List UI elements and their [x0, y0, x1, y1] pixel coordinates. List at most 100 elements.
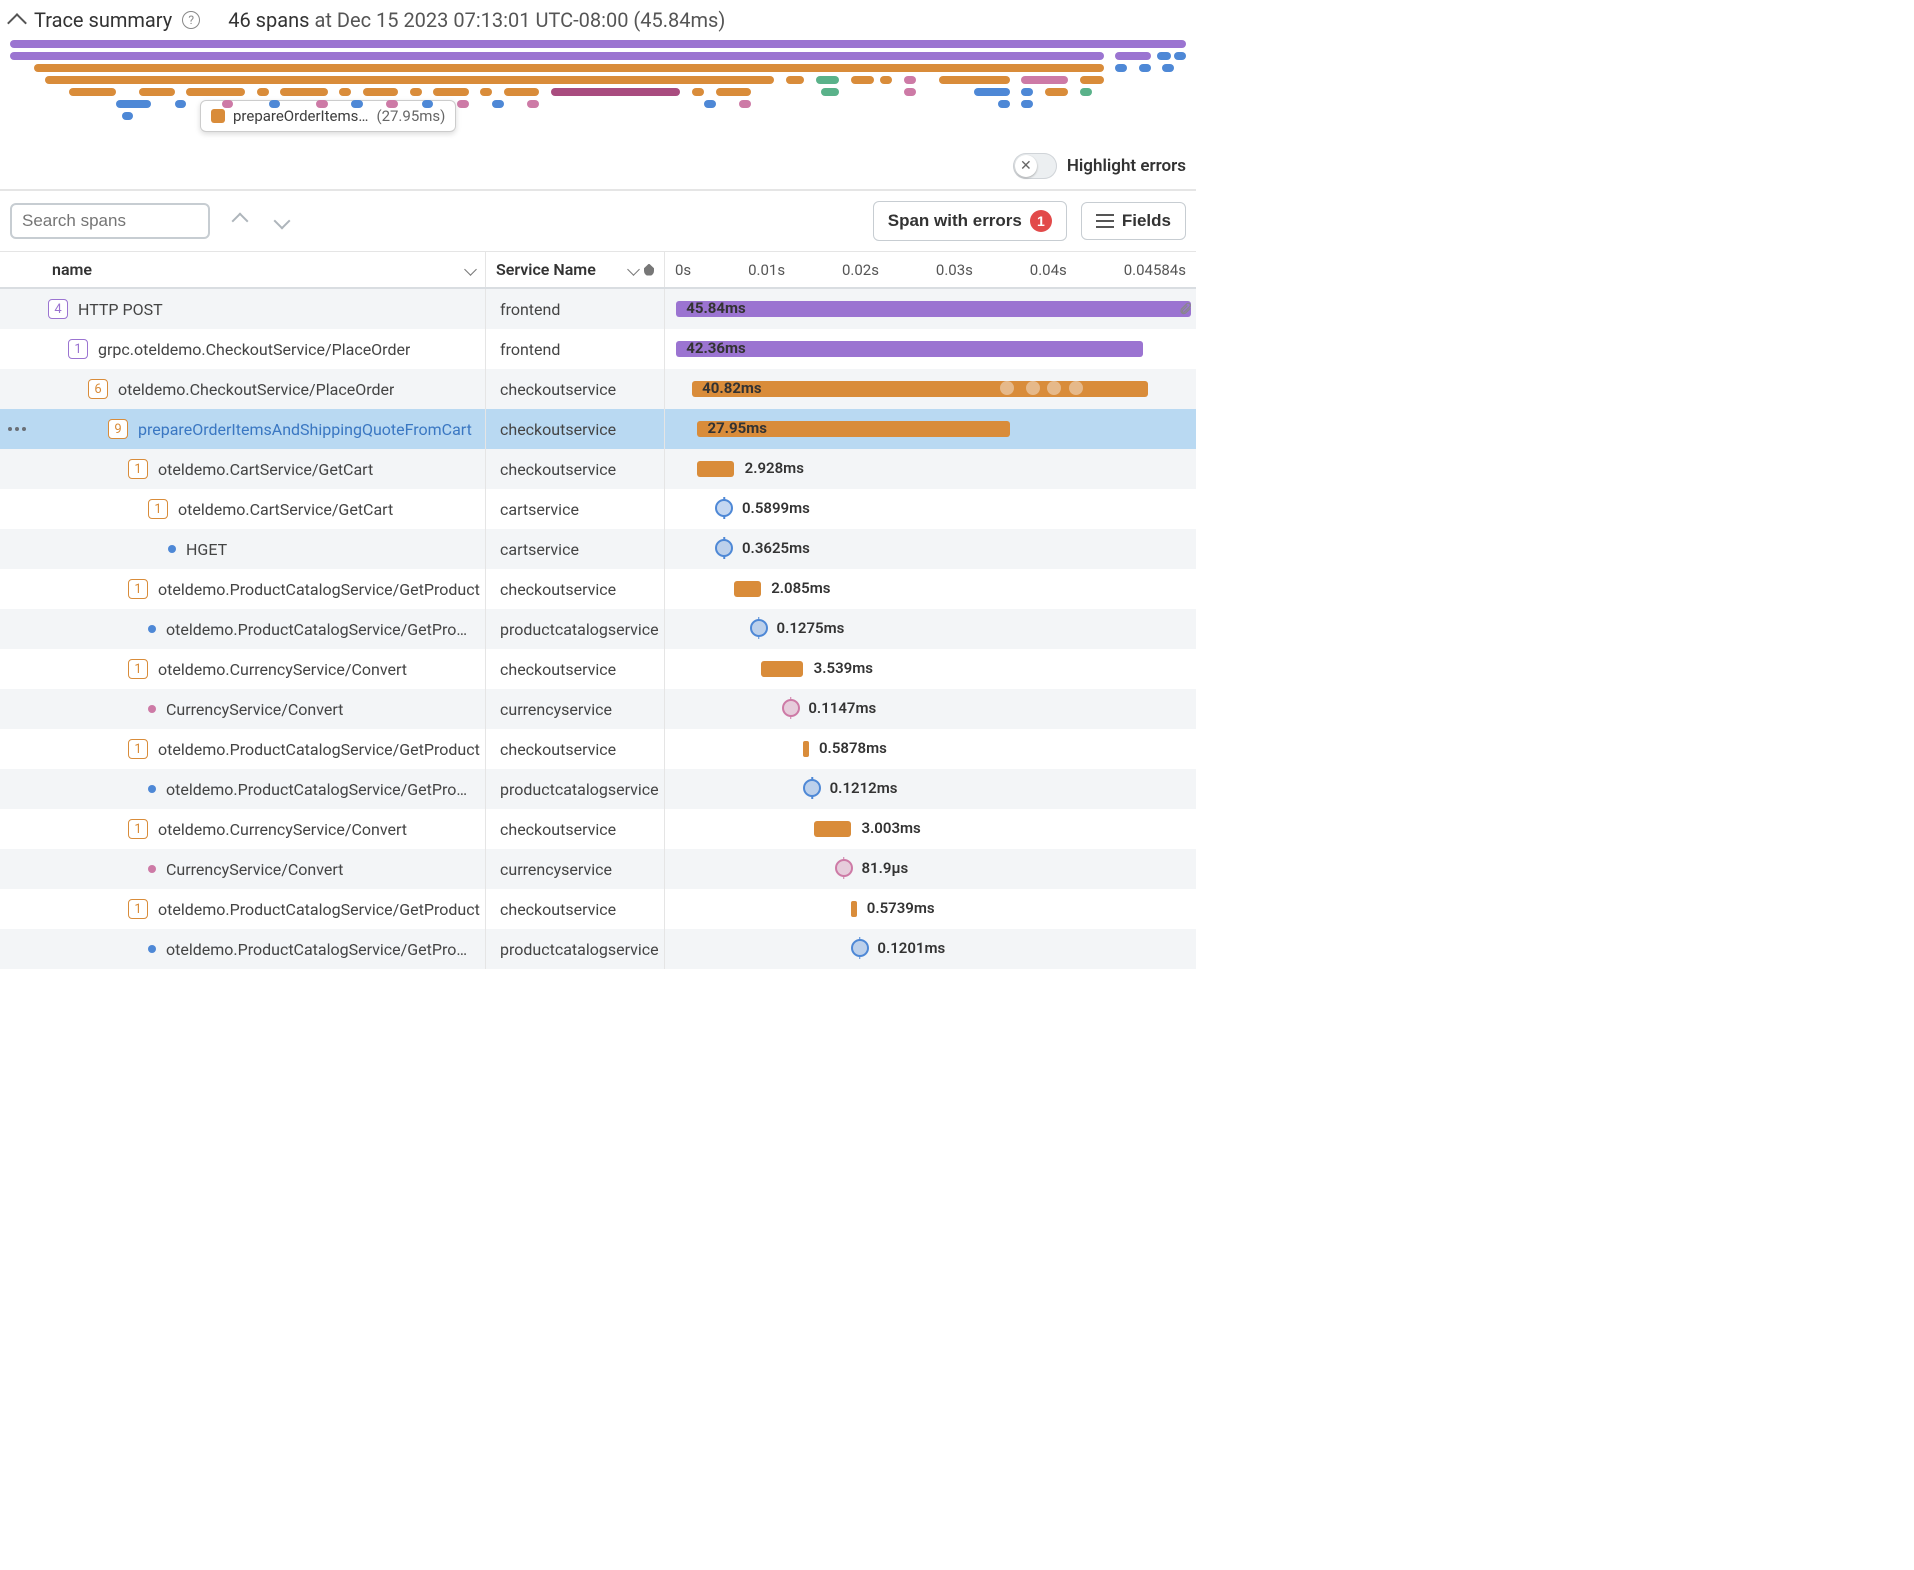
minimap-span[interactable] — [34, 64, 1104, 72]
minimap-span[interactable] — [433, 88, 468, 96]
highlight-errors-toggle[interactable]: ✕ — [1013, 153, 1057, 179]
minimap-span[interactable] — [492, 100, 504, 108]
span-row[interactable]: 1oteldemo.ProductCatalogService/GetProdu… — [0, 889, 1196, 929]
minimap-span[interactable] — [351, 100, 363, 108]
minimap-span[interactable] — [386, 100, 398, 108]
row-menu-icon[interactable] — [8, 427, 26, 431]
minimap-span[interactable] — [1080, 76, 1104, 84]
child-count-badge[interactable]: 9 — [108, 419, 128, 439]
duration-bar[interactable] — [851, 901, 857, 917]
help-icon[interactable]: ? — [182, 11, 200, 29]
child-count-badge[interactable]: 1 — [128, 899, 148, 919]
minimap-span[interactable] — [739, 100, 751, 108]
minimap-span[interactable] — [339, 88, 351, 96]
child-count-badge[interactable]: 4 — [48, 299, 68, 319]
span-point-icon[interactable] — [851, 939, 869, 957]
minimap-span[interactable] — [363, 88, 398, 96]
minimap-span[interactable] — [269, 100, 281, 108]
collapse-icon[interactable] — [7, 13, 27, 33]
minimap-span[interactable] — [716, 88, 751, 96]
span-row[interactable]: oteldemo.ProductCatalogService/GetPro…pr… — [0, 769, 1196, 809]
next-span-icon[interactable] — [274, 213, 291, 230]
minimap-span[interactable] — [186, 88, 245, 96]
minimap-span[interactable] — [45, 76, 774, 84]
search-input[interactable] — [10, 203, 210, 239]
minimap-span[interactable] — [974, 88, 1009, 96]
minimap-span[interactable] — [122, 112, 134, 120]
minimap-span[interactable] — [280, 88, 327, 96]
minimap-span[interactable] — [1021, 88, 1033, 96]
child-count-badge[interactable]: 1 — [128, 659, 148, 679]
duration-bar[interactable] — [734, 581, 761, 597]
minimap-span[interactable] — [257, 88, 269, 96]
minimap-span[interactable] — [10, 52, 1104, 60]
minimap-span[interactable] — [1174, 52, 1186, 60]
span-row[interactable]: CurrencyService/Convertcurrencyservice81… — [0, 849, 1196, 889]
minimap-span[interactable] — [457, 100, 469, 108]
span-row[interactable]: 1oteldemo.CurrencyService/Convertcheckou… — [0, 649, 1196, 689]
span-point-icon[interactable] — [715, 499, 733, 517]
minimap-span[interactable] — [1115, 64, 1127, 72]
span-point-icon[interactable] — [782, 699, 800, 717]
column-header-name[interactable]: name — [0, 252, 485, 287]
span-point-icon[interactable] — [750, 619, 768, 637]
span-row[interactable]: 1grpc.oteldemo.CheckoutService/PlaceOrde… — [0, 329, 1196, 369]
minimap-span[interactable] — [410, 88, 422, 96]
minimap-span[interactable] — [175, 100, 187, 108]
color-by-icon[interactable] — [644, 264, 654, 276]
minimap-span[interactable] — [69, 88, 116, 96]
minimap-span[interactable] — [1115, 52, 1150, 60]
duration-bar[interactable] — [761, 661, 803, 677]
minimap-span[interactable] — [851, 76, 875, 84]
minimap-span[interactable] — [704, 100, 716, 108]
attachment-icon[interactable] — [1178, 300, 1192, 318]
duration-bar[interactable] — [676, 301, 1191, 317]
child-count-badge[interactable]: 1 — [128, 459, 148, 479]
span-point-icon[interactable] — [835, 859, 853, 877]
span-point-icon[interactable] — [715, 539, 733, 557]
duration-bar[interactable] — [803, 741, 809, 757]
span-name[interactable]: prepareOrderItemsAndShippingQuoteFromCar… — [138, 420, 472, 439]
minimap-span[interactable] — [1045, 88, 1069, 96]
span-row[interactable]: CurrencyService/Convertcurrencyservice0.… — [0, 689, 1196, 729]
column-header-service[interactable]: Service Name — [485, 252, 665, 287]
child-count-badge[interactable]: 1 — [148, 499, 168, 519]
minimap-span[interactable] — [1080, 88, 1092, 96]
child-count-badge[interactable]: 6 — [88, 379, 108, 399]
span-row[interactable]: 4HTTP POSTfrontend45.84ms — [0, 289, 1196, 329]
child-count-badge[interactable]: 1 — [128, 579, 148, 599]
child-count-badge[interactable]: 1 — [68, 339, 88, 359]
minimap-span[interactable] — [222, 100, 234, 108]
span-row[interactable]: 6oteldemo.CheckoutService/PlaceOrderchec… — [0, 369, 1196, 409]
minimap-span[interactable] — [880, 76, 892, 84]
minimap-span[interactable] — [139, 88, 174, 96]
minimap-span[interactable] — [10, 40, 1186, 48]
span-row[interactable]: HGETcartservice0.3625ms — [0, 529, 1196, 569]
minimap-span[interactable] — [480, 88, 492, 96]
minimap-span[interactable] — [422, 100, 434, 108]
span-row[interactable]: 1oteldemo.ProductCatalogService/GetProdu… — [0, 569, 1196, 609]
span-row[interactable]: oteldemo.ProductCatalogService/GetPro…pr… — [0, 609, 1196, 649]
fields-button[interactable]: Fields — [1081, 202, 1186, 240]
minimap-span[interactable] — [1162, 64, 1174, 72]
minimap-span[interactable] — [116, 100, 151, 108]
span-row[interactable]: 1oteldemo.CartService/GetCartcartservice… — [0, 489, 1196, 529]
minimap-span[interactable] — [692, 88, 704, 96]
trace-minimap[interactable]: prepareOrderItems… (27.95ms) — [10, 40, 1186, 145]
span-with-errors-button[interactable]: Span with errors 1 — [873, 201, 1067, 241]
span-row[interactable]: 9 prepareOrderItemsAndShippingQuoteFromCa… — [0, 409, 1196, 449]
span-row[interactable]: oteldemo.ProductCatalogService/GetPro…pr… — [0, 929, 1196, 969]
minimap-span[interactable] — [786, 76, 804, 84]
minimap-span[interactable] — [551, 88, 680, 96]
minimap-span[interactable] — [821, 88, 839, 96]
span-row[interactable]: 1oteldemo.ProductCatalogService/GetProdu… — [0, 729, 1196, 769]
minimap-span[interactable] — [1139, 64, 1151, 72]
minimap-span[interactable] — [1021, 100, 1033, 108]
prev-span-icon[interactable] — [232, 213, 249, 230]
minimap-span[interactable] — [904, 76, 916, 84]
minimap-span[interactable] — [998, 100, 1010, 108]
span-point-icon[interactable] — [803, 779, 821, 797]
duration-bar[interactable] — [814, 821, 851, 837]
minimap-span[interactable] — [504, 88, 539, 96]
minimap-span[interactable] — [316, 100, 328, 108]
